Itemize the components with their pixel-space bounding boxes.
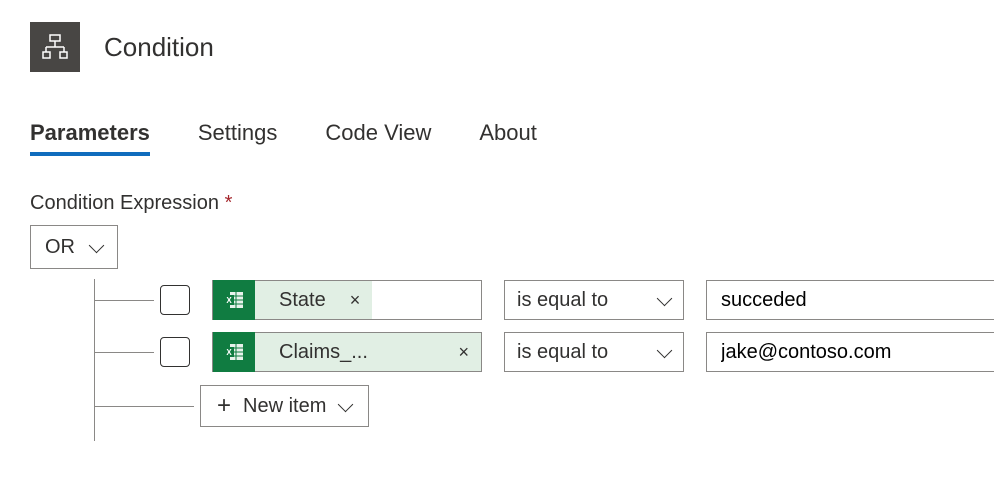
- remove-token-icon[interactable]: ×: [458, 343, 469, 361]
- chevron-down-icon: [657, 293, 671, 307]
- new-item-label: New item: [243, 395, 326, 418]
- tree-branch-line: [94, 406, 194, 407]
- rows-container: X State × is equal to: [30, 279, 964, 427]
- condition-expression-area: OR: [30, 225, 964, 427]
- token-label: Claims_...: [269, 341, 378, 364]
- value-field[interactable]: [706, 332, 994, 372]
- value-input[interactable]: [719, 288, 983, 313]
- condition-icon: [30, 22, 80, 72]
- operator-value: is equal to: [517, 341, 608, 364]
- remove-token-icon[interactable]: ×: [350, 291, 361, 309]
- header: Condition: [30, 22, 964, 72]
- tab-settings[interactable]: Settings: [198, 120, 278, 156]
- logical-operator-select[interactable]: OR: [30, 225, 118, 269]
- tab-parameters[interactable]: Parameters: [30, 120, 150, 156]
- excel-token: X State ×: [213, 281, 372, 319]
- header-title: Condition: [104, 32, 214, 63]
- excel-icon: X: [213, 332, 255, 372]
- field-label-text: Condition Expression: [30, 192, 219, 214]
- plus-icon: +: [217, 394, 231, 418]
- condition-row: X Claims_... × is equal to: [30, 331, 964, 373]
- svg-text:X: X: [226, 296, 232, 305]
- operator-select[interactable]: is equal to: [504, 332, 684, 372]
- value-input[interactable]: [719, 340, 983, 365]
- tabs: Parameters Settings Code View About: [30, 120, 964, 156]
- required-asterisk: *: [225, 192, 233, 214]
- operand-field[interactable]: X Claims_... ×: [212, 332, 482, 372]
- row-select-checkbox[interactable]: [160, 337, 190, 367]
- operator-select[interactable]: is equal to: [504, 280, 684, 320]
- token-label: State: [269, 289, 336, 312]
- logical-operator-value: OR: [45, 236, 75, 259]
- operand-field[interactable]: X State ×: [212, 280, 482, 320]
- tree-branch-line: [94, 352, 154, 353]
- new-item-button[interactable]: + New item: [200, 385, 369, 427]
- excel-icon: X: [213, 280, 255, 320]
- new-item-row: + New item: [30, 385, 964, 427]
- condition-row: X State × is equal to: [30, 279, 964, 321]
- chevron-down-icon: [89, 240, 103, 254]
- chevron-down-icon: [338, 399, 352, 413]
- condition-expression-label: Condition Expression *: [30, 192, 964, 215]
- chevron-down-icon: [657, 345, 671, 359]
- tree-branch-line: [94, 300, 154, 301]
- value-field[interactable]: [706, 280, 994, 320]
- tab-code-view[interactable]: Code View: [325, 120, 431, 156]
- operator-value: is equal to: [517, 289, 608, 312]
- svg-text:X: X: [226, 348, 232, 357]
- excel-token: X Claims_... ×: [213, 333, 481, 371]
- tab-about[interactable]: About: [479, 120, 537, 156]
- row-select-checkbox[interactable]: [160, 285, 190, 315]
